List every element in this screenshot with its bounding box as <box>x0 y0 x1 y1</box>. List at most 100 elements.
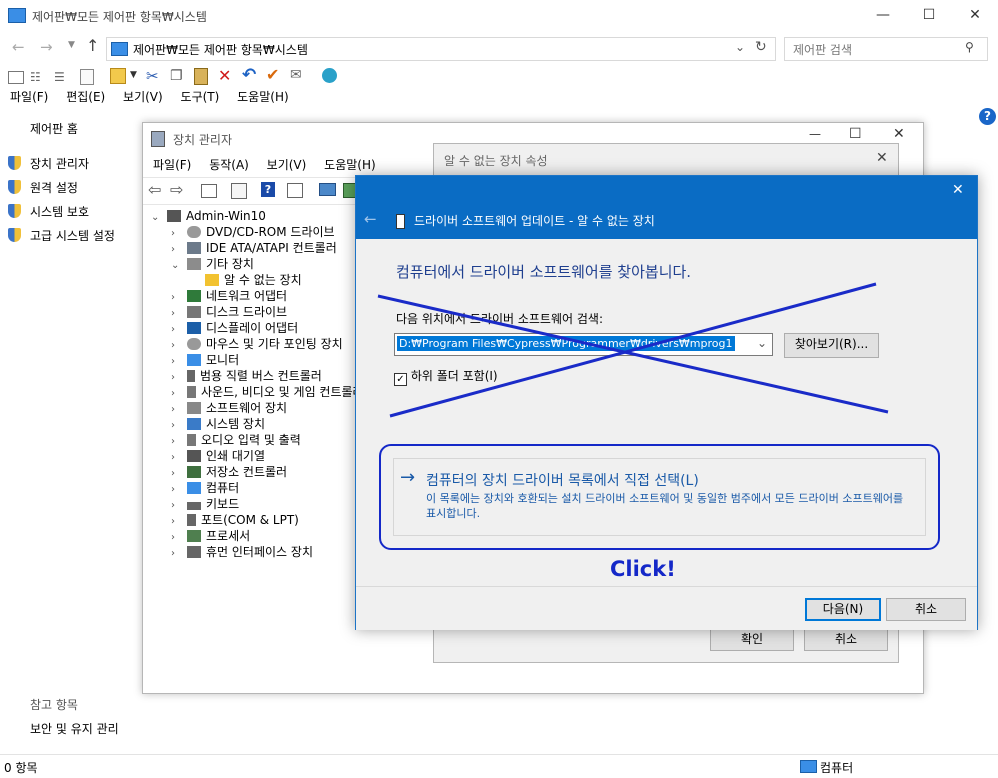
properties-close-button[interactable]: ✕ <box>876 150 888 166</box>
control-panel-home-link[interactable]: 제어판 홈 <box>30 120 78 137</box>
refresh-icon[interactable]: ↻ <box>755 39 767 55</box>
devmgr-minimize-button[interactable]: — <box>809 127 821 141</box>
large-icons-icon[interactable] <box>8 71 24 84</box>
ide-controller-icon <box>187 242 201 254</box>
checkbox-checked-icon[interactable]: ✓ <box>394 373 407 386</box>
tree-item[interactable]: › 범용 직렬 버스 컨트롤러 <box>171 368 322 384</box>
port-icon <box>187 514 196 526</box>
tree-item[interactable]: › 모니터 <box>171 352 239 368</box>
devmgr-maximize-button[interactable]: ☐ <box>849 126 862 142</box>
tree-item-label: 인쇄 대기열 <box>206 449 266 463</box>
wizard-footer: 다음(N) 취소 <box>356 586 977 630</box>
paste-icon[interactable] <box>194 68 208 85</box>
tree-item-label: 범용 직렬 버스 컨트롤러 <box>200 369 322 383</box>
back-icon[interactable]: ← <box>364 210 377 228</box>
nav-remote-settings[interactable]: 원격 설정 <box>30 179 78 196</box>
tree-item[interactable]: › 소프트웨어 장치 <box>171 400 287 416</box>
security-maintenance-link[interactable]: 보안 및 유지 관리 <box>30 720 119 737</box>
tree-item[interactable]: › 프로세서 <box>171 528 250 544</box>
tree-item[interactable]: › 시스템 장치 <box>171 416 265 432</box>
tree-item-unknown-device[interactable]: 알 수 없는 장치 <box>205 272 302 288</box>
nav-device-manager[interactable]: 장치 관리자 <box>30 155 89 172</box>
cut-icon[interactable]: ✂ <box>146 67 159 85</box>
check-icon[interactable]: ✔ <box>266 65 279 84</box>
tree-item[interactable]: › IDE ATA/ATAPI 컨트롤러 <box>171 240 337 256</box>
delete-icon[interactable]: ✕ <box>218 66 231 85</box>
nav-system-protection[interactable]: 시스템 보호 <box>30 203 89 220</box>
tree-item[interactable]: › 저장소 컨트롤러 <box>171 464 287 480</box>
include-subfolders-checkbox[interactable]: ✓ 하위 폴더 포함(I) <box>394 367 498 386</box>
tree-item[interactable]: › 포트(COM & LPT) <box>171 512 299 528</box>
menu-edit[interactable]: 편집(E) <box>66 90 105 104</box>
tree-item[interactable]: › 디스크 드라이브 <box>171 304 287 320</box>
up-icon[interactable]: ↑ <box>86 36 99 55</box>
help-icon[interactable]: ? <box>261 182 275 197</box>
browse-button[interactable]: 찾아보기(R)... <box>784 333 879 358</box>
tree-item[interactable]: › 마우스 및 기타 포인팅 장치 <box>171 336 343 352</box>
menu-help[interactable]: 도움말(H) <box>237 90 289 104</box>
scan-monitor-icon[interactable] <box>319 183 336 196</box>
minimize-button[interactable]: — <box>860 0 906 30</box>
status-bar: 0 항목 컴퓨터 <box>0 754 998 778</box>
search-input[interactable]: 제어판 검색 ⚲ <box>784 37 988 61</box>
device-manager-icon <box>151 131 165 147</box>
devmgr-menu-file[interactable]: 파일(F) <box>153 158 191 172</box>
maximize-button[interactable]: ☐ <box>906 0 952 30</box>
tree-item[interactable]: › 네트워크 어댑터 <box>171 288 287 304</box>
chevron-down-icon[interactable]: ⌄ <box>151 210 163 226</box>
tree-item[interactable]: › 오디오 입력 및 출력 <box>171 432 301 448</box>
driver-path-combobox[interactable]: D:₩Program Files₩Cypress₩Programmer₩driv… <box>394 333 773 356</box>
chevron-down-icon[interactable]: ⌄ <box>171 258 183 274</box>
address-bar[interactable]: 제어판₩모든 제어판 항목₩시스템 ⌄ ↻ <box>106 37 776 61</box>
recent-dropdown-icon[interactable]: ▼ <box>68 40 75 50</box>
wizard-cancel-button[interactable]: 취소 <box>886 598 966 621</box>
tree-item[interactable]: › 휴먼 인터페이스 장치 <box>171 544 313 560</box>
mail-icon[interactable]: ✉ <box>290 67 302 83</box>
tree-root[interactable]: ⌄ Admin-Win10 <box>151 208 266 224</box>
forward-icon[interactable]: → <box>40 38 53 56</box>
resources-icon[interactable] <box>287 183 303 198</box>
copy-icon[interactable]: ❐ <box>170 68 183 84</box>
next-button[interactable]: 다음(N) <box>805 598 881 621</box>
close-button[interactable]: ✕ <box>952 0 998 30</box>
tree-item[interactable]: › 키보드 <box>171 496 239 512</box>
properties-view-icon[interactable] <box>201 184 217 198</box>
tree-item[interactable]: › DVD/CD-ROM 드라이브 <box>171 224 335 240</box>
usb-icon <box>187 370 195 382</box>
tree-item[interactable]: › 사운드, 비디오 및 게임 컨트롤러 <box>171 384 364 400</box>
system-icon <box>111 42 128 56</box>
tree-item[interactable]: ⌄ 기타 장치 <box>171 256 254 272</box>
chevron-down-icon[interactable]: ⌄ <box>757 336 767 350</box>
globe-icon[interactable] <box>322 68 337 83</box>
tree-item[interactable]: › 인쇄 대기열 <box>171 448 265 464</box>
tree-item-label: 마우스 및 기타 포인팅 장치 <box>206 337 343 351</box>
chevron-down-icon[interactable]: ⌄ <box>735 40 745 54</box>
chevron-down-icon[interactable]: ▼ <box>130 70 137 80</box>
menu-tools[interactable]: 도구(T) <box>181 90 220 104</box>
menu-file[interactable]: 파일(F) <box>10 90 48 104</box>
tree-item[interactable]: › 컴퓨터 <box>171 480 239 496</box>
properties-icon[interactable] <box>110 68 126 84</box>
menu-view[interactable]: 보기(V) <box>123 90 163 104</box>
list-icon[interactable]: ☰ <box>54 70 65 84</box>
help-icon[interactable]: ? <box>979 108 996 125</box>
nav-advanced-settings[interactable]: 고급 시스템 설정 <box>30 227 115 244</box>
properties-ok-button[interactable]: 확인 <box>710 628 794 651</box>
devmgr-menu-help[interactable]: 도움말(H) <box>324 158 376 172</box>
properties-cancel-button[interactable]: 취소 <box>804 628 888 651</box>
details-icon[interactable] <box>231 183 247 199</box>
tree-item[interactable]: › 디스플레이 어댑터 <box>171 320 298 336</box>
devmgr-close-button[interactable]: ✕ <box>893 126 905 142</box>
update-driver-wizard: ✕ ← 드라이버 소프트웨어 업데이트 - 알 수 없는 장치 컴퓨터에서 드라… <box>355 175 978 630</box>
devmgr-menu-action[interactable]: 동작(A) <box>209 158 249 172</box>
back-icon[interactable]: ← <box>12 38 25 56</box>
undo-icon[interactable]: ↶ <box>242 65 256 85</box>
details-icon[interactable] <box>80 69 94 85</box>
wizard-close-button[interactable]: ✕ <box>952 182 964 198</box>
devmgr-menu-view[interactable]: 보기(V) <box>267 158 307 172</box>
search-icon[interactable]: ⚲ <box>965 40 974 54</box>
back-icon[interactable]: ⇦ <box>148 180 161 199</box>
chevron-right-icon[interactable]: › <box>171 546 183 562</box>
small-icons-icon[interactable]: ☷ <box>30 70 41 84</box>
forward-icon[interactable]: ⇨ <box>170 180 183 199</box>
